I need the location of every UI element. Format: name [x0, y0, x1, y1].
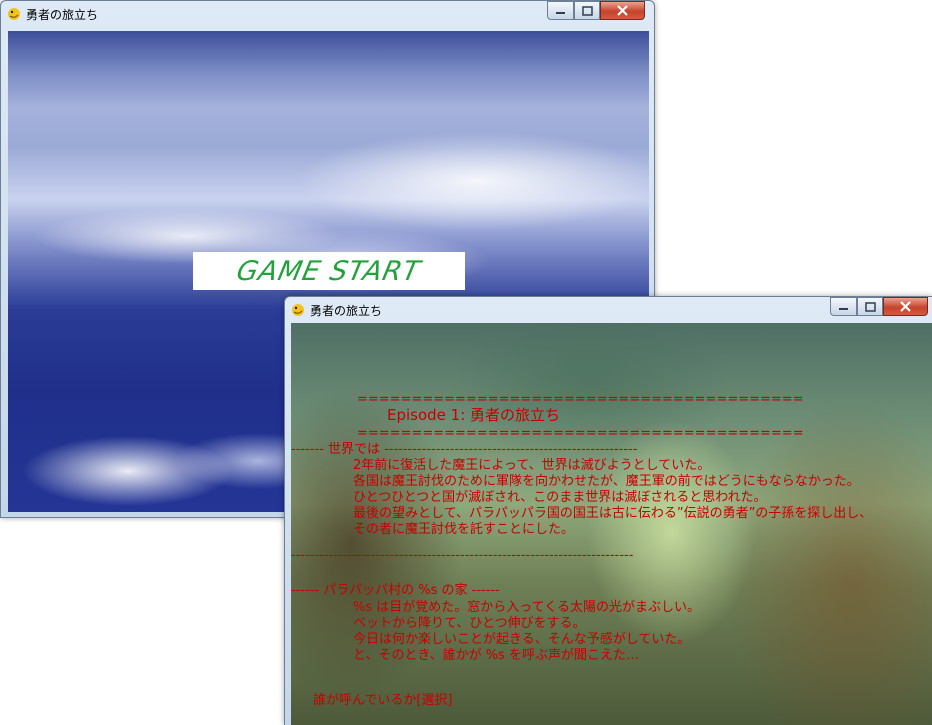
maximize-button[interactable] [857, 297, 883, 316]
story-line: ベットから降りて、ひとつ伸びをする。 [353, 616, 586, 631]
close-icon [900, 301, 911, 312]
close-button[interactable] [600, 1, 645, 20]
story-window: 勇者の旅立ち =================================… [284, 296, 932, 725]
story-line: ひとつひとつと国が滅ぼされ、このまま世界は滅ぼされると思われた。 [353, 490, 767, 505]
window-title: 勇者の旅立ち [26, 8, 99, 22]
minimize-button[interactable] [830, 297, 857, 316]
title-bar[interactable]: 勇者の旅立ち [285, 297, 932, 323]
minimize-icon [839, 308, 848, 310]
section-heading-house: ------ パラパッパ村の %s の家 ------ [291, 583, 500, 598]
title-bar[interactable]: 勇者の旅立ち [1, 1, 654, 27]
maximize-button[interactable] [574, 1, 600, 20]
story-line: その者に魔王討伐を託すことにした。 [353, 522, 575, 537]
maximize-icon [581, 5, 593, 16]
section-rule: ----------------------------------------… [291, 548, 634, 563]
choice-option[interactable]: 誰が呼んでいるか[選択] [313, 693, 453, 709]
close-icon [617, 5, 628, 16]
window-title: 勇者の旅立ち [310, 304, 383, 318]
story-line: 今日は何か楽しいことが起きる、そんな予感がしていた。 [353, 632, 691, 647]
story-line: 最後の望みとして、パラパッパラ国の国王は古に伝わる”伝説の勇者”の子孫を探し出し… [353, 506, 873, 521]
forest-background: ========================================… [291, 323, 932, 725]
game-start-label: GAME START [234, 255, 424, 287]
minimize-button[interactable] [547, 1, 574, 20]
episode-rule-bottom: ========================================… [357, 426, 804, 441]
story-line: %s は目が覚めた。窓から入ってくる太陽の光がまぶしい。 [353, 600, 700, 615]
python-snake-icon [292, 304, 304, 316]
game-start-button[interactable]: GAME START [193, 252, 465, 290]
story-line: 各国は魔王討伐のために軍隊を向かわせたが、魔王軍の前ではどうにもならなかった。 [353, 474, 860, 489]
story-text-area: ========================================… [291, 323, 932, 725]
episode-title: Episode 1: 勇者の旅立ち [387, 406, 561, 424]
close-button[interactable] [883, 297, 928, 316]
story-line: 2年前に復活した魔王によって、世界は滅びようとしていた。 [353, 458, 711, 473]
section-heading-world: ------- 世界では ---------------------------… [291, 442, 638, 457]
minimize-icon [556, 12, 565, 14]
maximize-icon [864, 301, 876, 312]
python-snake-icon [8, 8, 20, 20]
story-line: と、そのとき、誰かが %s を呼ぶ声が聞こえた… [353, 648, 639, 663]
